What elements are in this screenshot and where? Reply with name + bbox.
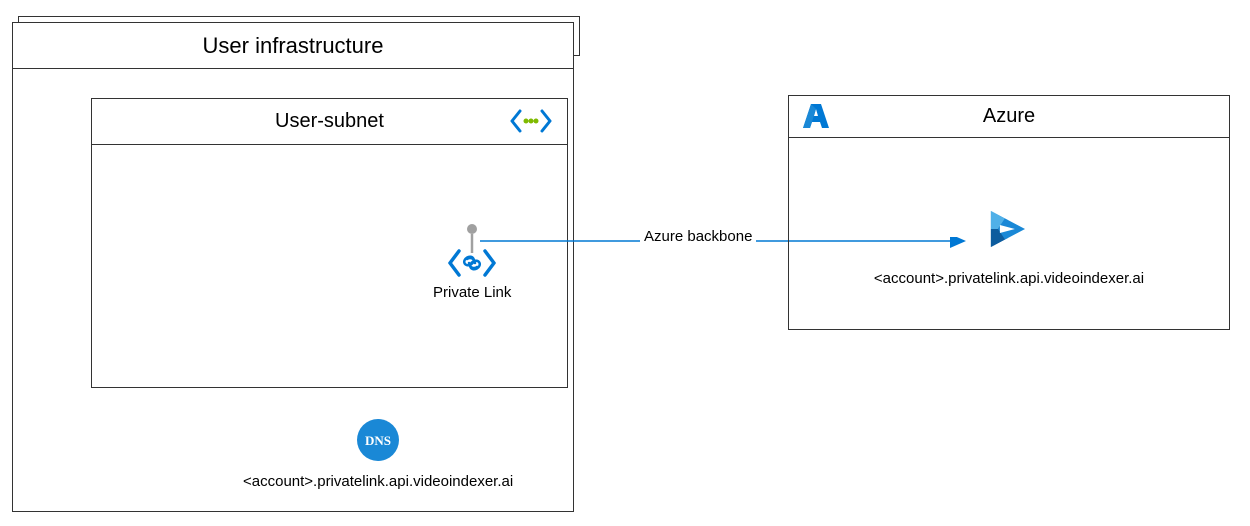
connection-label: Azure backbone: [640, 228, 756, 245]
user-subnet-title: User-subnet: [275, 110, 384, 133]
dns-icon-text: DNS: [365, 433, 391, 448]
vnet-icon: [510, 107, 552, 141]
azure-header: Azure: [789, 96, 1229, 138]
dns-group: DNS <account>.privatelink.api.videoindex…: [243, 418, 513, 490]
azure-box: Azure <account>.privatelink.api.videoind…: [788, 95, 1230, 330]
user-infrastructure-header: User infrastructure: [13, 23, 573, 69]
azure-logo-icon: [801, 102, 831, 138]
diagram-container: User infrastructure User-subnet: [0, 0, 1250, 526]
user-subnet-header: User-subnet: [92, 99, 567, 145]
user-infrastructure-title: User infrastructure: [203, 33, 384, 59]
video-indexer-group: <account>.privatelink.api.videoindexer.a…: [874, 201, 1144, 287]
azure-title: Azure: [983, 105, 1035, 128]
dns-icon: DNS: [356, 449, 400, 466]
dns-label: <account>.privatelink.api.videoindexer.a…: [243, 473, 513, 490]
private-link-label: Private Link: [433, 284, 511, 301]
video-indexer-icon: [981, 244, 1037, 261]
video-indexer-label: <account>.privatelink.api.videoindexer.a…: [874, 270, 1144, 287]
